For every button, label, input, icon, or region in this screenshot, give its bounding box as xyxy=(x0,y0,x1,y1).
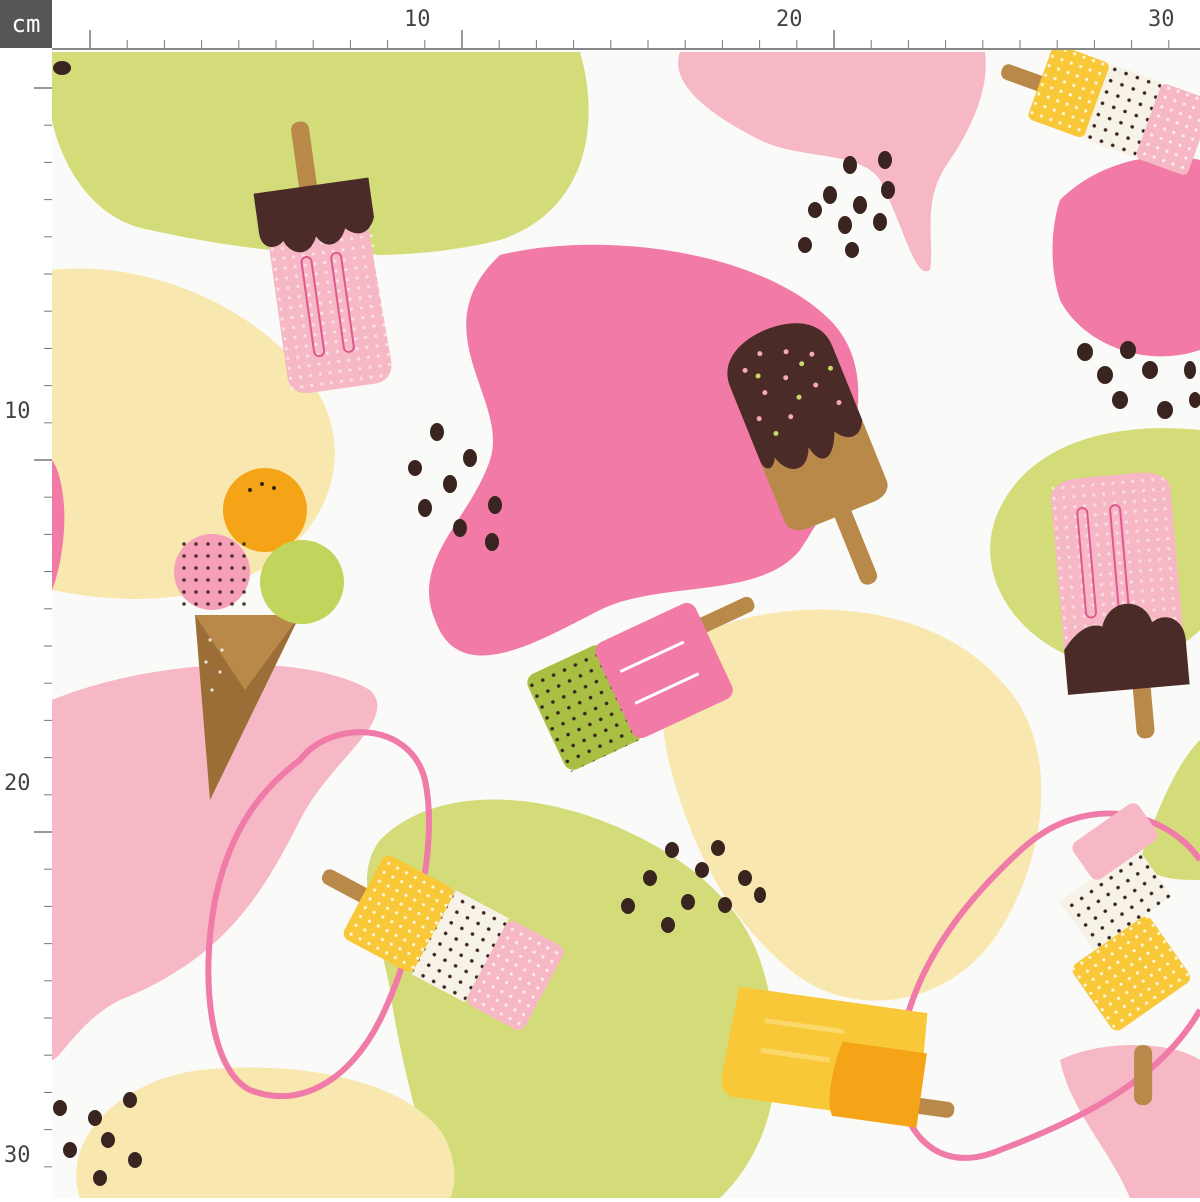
left-ruler-svg: 10 20 30 xyxy=(0,48,52,1198)
left-ruler-label-30: 30 xyxy=(4,1143,31,1168)
left-ruler: 10 20 30 xyxy=(0,48,54,1198)
ice-cream-pattern xyxy=(52,50,1200,1198)
left-ruler-label-10: 10 xyxy=(4,399,31,424)
fabric-preview: cm 10 20 30 10 20 30 xyxy=(0,0,1200,1198)
green-blob xyxy=(1140,740,1200,880)
fabric-swatch xyxy=(52,50,1200,1198)
pink-blob xyxy=(1060,1045,1200,1198)
top-ruler-svg: 10 20 30 xyxy=(52,0,1200,48)
pink-blob xyxy=(678,52,986,271)
left-ruler-label-20: 20 xyxy=(4,771,31,796)
left-ruler-ticks xyxy=(34,88,52,1198)
popsicle-icon xyxy=(989,50,1200,176)
yellow-blob xyxy=(76,1068,454,1199)
hot-pink-blob xyxy=(1053,156,1200,356)
top-ruler-ticks xyxy=(90,30,1200,48)
top-ruler: 10 20 30 xyxy=(52,0,1200,50)
unit-label: cm xyxy=(0,0,52,48)
top-ruler-label-20: 20 xyxy=(776,7,803,32)
top-ruler-label-10: 10 xyxy=(404,7,431,32)
popsicle-icon xyxy=(1049,470,1194,745)
top-ruler-label-30: 30 xyxy=(1148,7,1175,32)
